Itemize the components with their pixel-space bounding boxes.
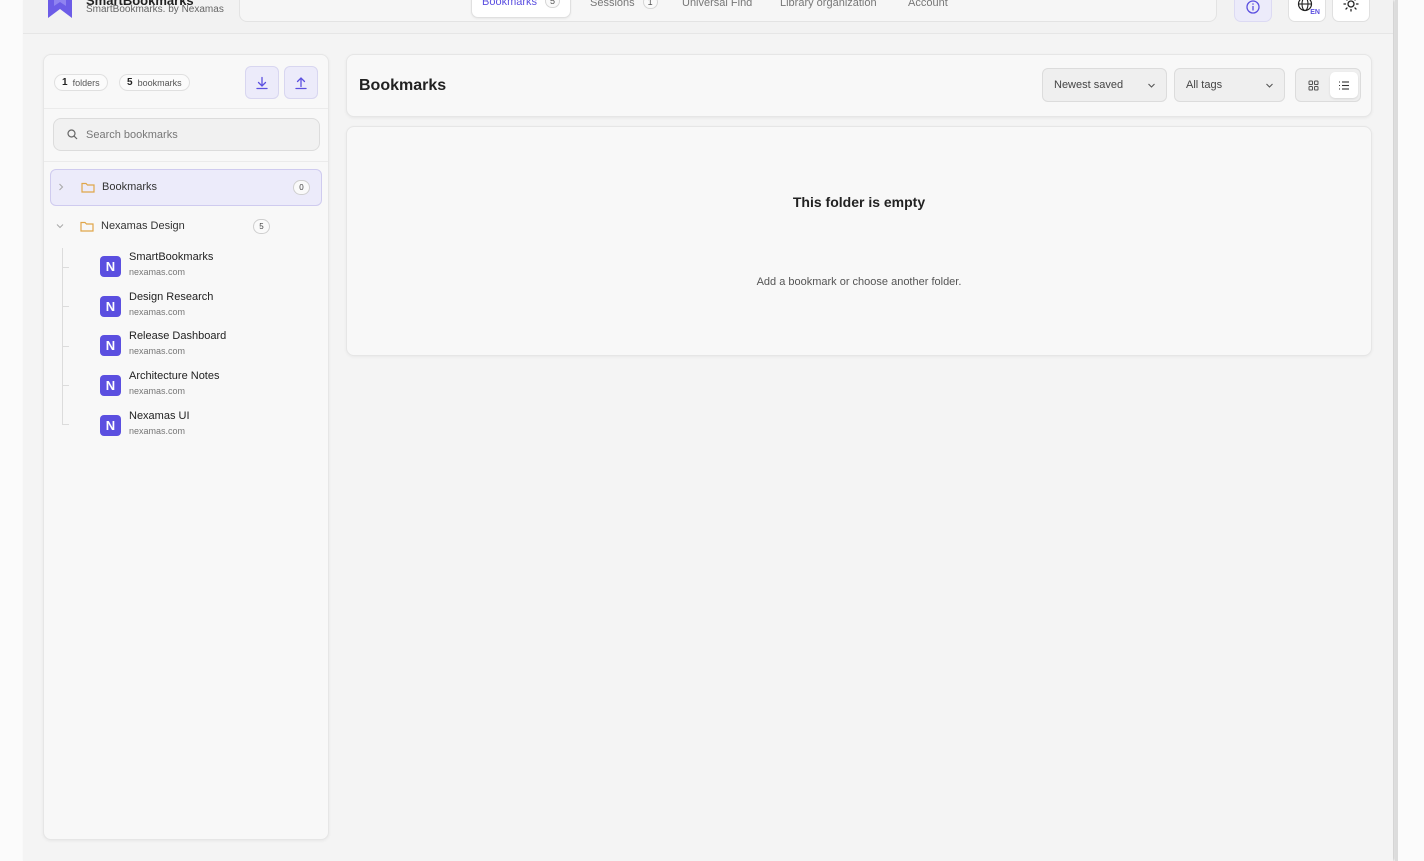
grid-view-button[interactable] xyxy=(1299,72,1327,98)
bookmarks-count-badge: 5 bookmarks xyxy=(119,74,190,91)
app-header: SmartBookmarks SmartBookmarks. by Nexama… xyxy=(23,0,1393,34)
sun-icon xyxy=(1343,0,1359,12)
bookmark-url: nexamas.com xyxy=(129,267,186,277)
main-toolbar: Bookmarks Newest saved All tags xyxy=(346,54,1372,117)
sort-select[interactable]: Newest saved xyxy=(1042,68,1167,102)
bookmark-item[interactable]: N SmartBookmarks nexamas.com xyxy=(100,251,310,285)
search-icon xyxy=(67,129,78,140)
bookmark-title: Release Dashboard xyxy=(129,330,227,342)
site-favicon-icon: N xyxy=(100,375,121,396)
site-favicon-icon: N xyxy=(100,256,121,277)
folders-count: 1 xyxy=(62,77,68,88)
language-button[interactable]: EN xyxy=(1288,0,1326,22)
folder-count: 0 xyxy=(293,180,310,195)
tab-badge: 5 xyxy=(545,0,561,8)
folder-bookmarks[interactable]: Bookmarks 0 xyxy=(50,169,322,206)
folder-name: Bookmarks xyxy=(102,181,158,193)
tab-label: Universal Find xyxy=(682,0,753,9)
tree-branch xyxy=(62,346,69,347)
tab-label: Library organization xyxy=(780,0,877,9)
language-tag: EN xyxy=(1310,9,1320,16)
download-icon xyxy=(256,76,268,89)
view-mode-toggle xyxy=(1295,68,1361,102)
window-edge xyxy=(1395,0,1424,861)
folder-icon xyxy=(81,182,95,193)
site-favicon-icon: N xyxy=(100,296,121,317)
bookmark-item[interactable]: N Nexamas UI nexamas.com xyxy=(100,410,310,444)
chevron-down-icon[interactable] xyxy=(56,222,64,230)
tag-filter-value: All tags xyxy=(1186,79,1223,91)
bookmarks-count: 5 xyxy=(127,77,133,88)
folders-label: folders xyxy=(72,77,100,88)
sidebar: 1 folders 5 bookmarks Search bookmarks B… xyxy=(43,54,329,840)
list-icon xyxy=(1339,80,1349,90)
sidebar-divider xyxy=(44,161,328,162)
chevron-right-icon[interactable] xyxy=(57,183,65,191)
grid-icon xyxy=(1308,80,1318,90)
folder-nexamas-design[interactable]: Nexamas Design 5 xyxy=(50,209,322,246)
bookmark-title: Design Research xyxy=(129,291,214,303)
tree-branch xyxy=(62,267,69,268)
bookmark-item[interactable]: N Design Research nexamas.com xyxy=(100,291,310,325)
tab-universal-find[interactable]: Universal Find xyxy=(682,0,752,18)
import-button[interactable] xyxy=(245,66,279,99)
brand-subtitle: SmartBookmarks. by Nexamas xyxy=(86,4,224,15)
sort-value: Newest saved xyxy=(1054,79,1124,91)
search-box[interactable] xyxy=(53,118,320,151)
chevron-down-icon xyxy=(1148,83,1155,88)
export-button[interactable] xyxy=(284,66,318,99)
folder-icon xyxy=(80,221,94,232)
info-icon xyxy=(1246,0,1260,14)
tab-account[interactable]: Account xyxy=(908,0,948,18)
chevron-down-icon xyxy=(1266,83,1273,88)
folders-count-badge: 1 folders xyxy=(54,74,108,91)
bookmarks-label: bookmarks xyxy=(137,77,182,88)
site-favicon-icon: N xyxy=(100,335,121,356)
bookmark-item[interactable]: N Release Dashboard nexamas.com xyxy=(100,330,310,364)
bookmark-url: nexamas.com xyxy=(129,346,186,356)
bookmark-logo-icon xyxy=(48,0,72,18)
bookmark-title: SmartBookmarks xyxy=(129,251,214,263)
folder-name: Nexamas Design xyxy=(101,220,185,232)
tag-filter-select[interactable]: All tags xyxy=(1174,68,1285,102)
tree-branch xyxy=(62,385,69,386)
tab-sessions[interactable]: Sessions 1 xyxy=(590,0,658,18)
app-window: SmartBookmarks SmartBookmarks. by Nexama… xyxy=(23,0,1393,861)
bookmark-url: nexamas.com xyxy=(129,386,186,396)
bookmark-item[interactable]: N Architecture Notes nexamas.com xyxy=(100,370,310,404)
empty-state-title: This folder is empty xyxy=(792,194,926,210)
page-title: Bookmarks xyxy=(359,77,447,94)
theme-toggle-button[interactable] xyxy=(1332,0,1370,22)
site-favicon-icon: N xyxy=(100,415,121,436)
upload-icon xyxy=(295,76,307,89)
list-view-button[interactable] xyxy=(1330,72,1358,98)
tab-label: Sessions xyxy=(590,0,635,9)
info-button[interactable] xyxy=(1234,0,1272,22)
tree-line xyxy=(62,248,63,425)
search-input[interactable] xyxy=(86,128,306,141)
folder-count: 5 xyxy=(253,219,270,234)
empty-state: This folder is empty Add a bookmark or c… xyxy=(346,126,1372,356)
tab-label: Bookmarks xyxy=(482,0,538,8)
sidebar-divider xyxy=(44,108,328,109)
bookmark-url: nexamas.com xyxy=(129,426,186,436)
tab-library-organization[interactable]: Library organization xyxy=(780,0,877,18)
bookmark-title: Nexamas UI xyxy=(129,410,190,422)
tab-label: Account xyxy=(908,0,948,9)
tab-bookmarks[interactable]: Bookmarks 5 xyxy=(471,0,572,18)
tab-badge: 1 xyxy=(642,0,658,9)
tree-branch xyxy=(62,424,69,425)
bookmark-title: Architecture Notes xyxy=(129,370,220,382)
tree-branch xyxy=(62,306,69,307)
empty-state-message: Add a bookmark or choose another folder. xyxy=(756,276,962,288)
bookmark-url: nexamas.com xyxy=(129,307,186,317)
